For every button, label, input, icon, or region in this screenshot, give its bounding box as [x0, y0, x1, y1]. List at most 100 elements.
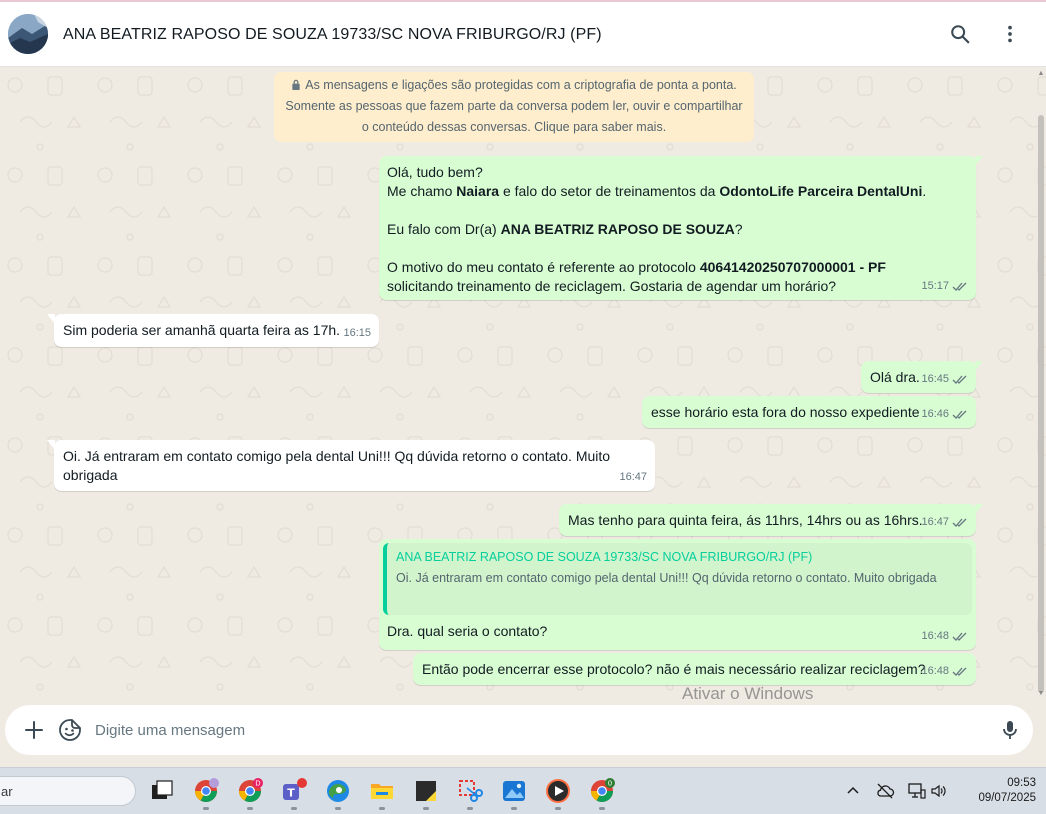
taskbar-sticky-notes[interactable]	[413, 778, 439, 804]
contact-avatar[interactable]	[8, 14, 48, 54]
microphone-icon	[1003, 721, 1017, 739]
chat-scrollbar[interactable]: ▲ ▼	[1037, 67, 1045, 703]
message-bubble-outgoing[interactable]: esse horário esta fora do nosso expedien…	[642, 396, 976, 428]
taskbar-search-text: ar	[1, 784, 13, 799]
quoted-text: Oi. Já entraram em contato comigo pela d…	[396, 571, 937, 585]
double-check-icon	[952, 375, 967, 384]
media-player-icon	[546, 779, 570, 803]
task-view-icon	[152, 780, 173, 799]
sticker-emoji-button[interactable]	[58, 718, 82, 742]
chrome-icon: D	[239, 778, 263, 802]
scroll-down-arrow-icon[interactable]: ▼	[1037, 689, 1045, 699]
chrome-icon: 0	[591, 778, 615, 802]
running-indicator	[203, 807, 209, 810]
clock-time: 09:53	[1007, 777, 1036, 789]
sticky-notes-icon	[416, 781, 436, 801]
message-bubble-outgoing[interactable]: Olá, tudo bem? Me chamo Naiara e falo do…	[379, 156, 983, 300]
photos-icon	[503, 781, 525, 801]
taskbar-file-explorer[interactable]	[369, 778, 395, 804]
message-bubble-outgoing[interactable]: Mas tenho para quinta feira, ás 11hrs, 1…	[559, 504, 983, 536]
bubble-tail	[975, 504, 983, 514]
bubble-tail	[975, 156, 983, 166]
encryption-notice[interactable]: As mensagens e ligações são protegidas c…	[274, 72, 754, 142]
message-time: 15:17	[921, 280, 949, 292]
taskbar-chrome-3[interactable]: 0	[589, 778, 615, 804]
message-text: Dra. qual seria o contato?	[387, 623, 548, 639]
bubble-tail	[975, 361, 983, 371]
svg-text:T: T	[287, 787, 295, 800]
message-bubble-outgoing[interactable]: Então pode encerrar esse protocolo? não …	[413, 653, 976, 685]
message-time: 16:45	[921, 373, 949, 385]
message-composer	[0, 703, 1046, 764]
quoted-message[interactable]: ANA BEATRIZ RAPOSO DE SOUZA 19733/SC NOV…	[383, 543, 972, 615]
running-indicator	[379, 807, 385, 810]
search-button[interactable]	[948, 22, 972, 46]
message-list[interactable]: As mensagens e ligações são protegidas c…	[0, 67, 1046, 703]
voice-message-button[interactable]	[998, 718, 1022, 742]
running-indicator	[335, 807, 341, 810]
message-bubble-outgoing-reply[interactable]: ANA BEATRIZ RAPOSO DE SOUZA 19733/SC NOV…	[379, 539, 976, 650]
double-check-icon	[952, 410, 967, 419]
taskbar-chrome-2[interactable]: D	[237, 778, 263, 804]
quoted-author: ANA BEATRIZ RAPOSO DE SOUZA 19733/SC NOV…	[396, 550, 813, 564]
message-text: Oi. Já entraram em contato comigo pela d…	[63, 448, 614, 483]
chevron-up-icon	[847, 786, 859, 794]
message-input[interactable]	[95, 715, 975, 745]
double-check-icon	[952, 518, 967, 527]
double-check-icon	[952, 667, 967, 676]
taskbar-teams[interactable]: T	[281, 778, 307, 804]
profile-badge: 0	[608, 780, 612, 788]
message-meta: 16:15	[343, 324, 371, 343]
windows-taskbar: ar D T 0 09:53 09/07/2025	[0, 767, 1046, 814]
taskbar-snipping-tool[interactable]	[457, 778, 483, 804]
double-check-icon	[952, 282, 967, 291]
onedrive-button[interactable]	[875, 782, 895, 800]
taskbar-photos[interactable]	[501, 778, 527, 804]
edge-icon	[327, 780, 349, 802]
double-check-icon	[952, 632, 967, 641]
message-bubble-incoming[interactable]: Sim poderia ser amanhã quarta feira as 1…	[47, 314, 379, 347]
notice-line-1: As mensagens e ligações são protegidas c…	[305, 78, 737, 92]
notice-line-3: o conteúdo dessas conversas. Clique para…	[361, 120, 667, 134]
profile-badge: D	[255, 780, 260, 788]
lock-icon	[292, 79, 300, 90]
clock-date: 09/07/2025	[978, 792, 1036, 804]
message-time: 16:46	[921, 408, 949, 420]
message-text: Sim poderia ser amanhã quarta feira as 1…	[63, 322, 341, 338]
scroll-up-arrow-icon[interactable]: ▲	[1037, 69, 1045, 79]
message-text: Olá, tudo bem? Me chamo Naiara e falo do…	[387, 164, 927, 294]
taskbar-search-box[interactable]: ar	[0, 776, 136, 806]
message-meta: 16:48	[921, 627, 968, 646]
taskbar-chrome-1[interactable]	[193, 778, 219, 804]
show-hidden-icons-button[interactable]	[844, 782, 862, 800]
network-icon	[908, 783, 926, 799]
running-indicator	[291, 807, 297, 810]
teams-icon: T	[283, 778, 307, 800]
scroll-thumb[interactable]	[1038, 115, 1044, 693]
running-indicator	[467, 807, 473, 810]
message-meta: 16:48	[921, 662, 968, 681]
taskbar-edge[interactable]	[325, 778, 351, 804]
task-view-button[interactable]	[149, 778, 175, 804]
menu-button[interactable]	[998, 22, 1022, 46]
message-time: 16:15	[343, 327, 371, 339]
message-meta: 16:46	[921, 405, 968, 424]
attach-button[interactable]	[22, 718, 46, 742]
volume-button[interactable]	[930, 782, 948, 800]
taskbar-clock[interactable]: 09:53 09/07/2025	[960, 776, 1036, 806]
message-text: Mas tenho para quinta feira, ás 11hrs, 1…	[568, 512, 923, 528]
running-indicator	[423, 807, 429, 810]
sticker-icon	[59, 719, 81, 741]
message-time: 16:48	[921, 665, 949, 677]
message-text: esse horário esta fora do nosso expedien…	[651, 404, 920, 420]
chat-header: ANA BEATRIZ RAPOSO DE SOUZA 19733/SC NOV…	[0, 0, 1046, 67]
message-time: 16:47	[921, 516, 949, 528]
cloud-off-icon	[877, 783, 895, 799]
contact-name[interactable]: ANA BEATRIZ RAPOSO DE SOUZA 19733/SC NOV…	[63, 26, 602, 44]
message-bubble-outgoing[interactable]: Olá dra. 16:45	[861, 361, 983, 393]
search-icon	[951, 25, 970, 44]
running-indicator	[247, 807, 253, 810]
network-button[interactable]	[907, 782, 926, 800]
taskbar-media-player[interactable]	[545, 778, 571, 804]
message-bubble-incoming[interactable]: Oi. Já entraram em contato comigo pela d…	[47, 440, 655, 491]
